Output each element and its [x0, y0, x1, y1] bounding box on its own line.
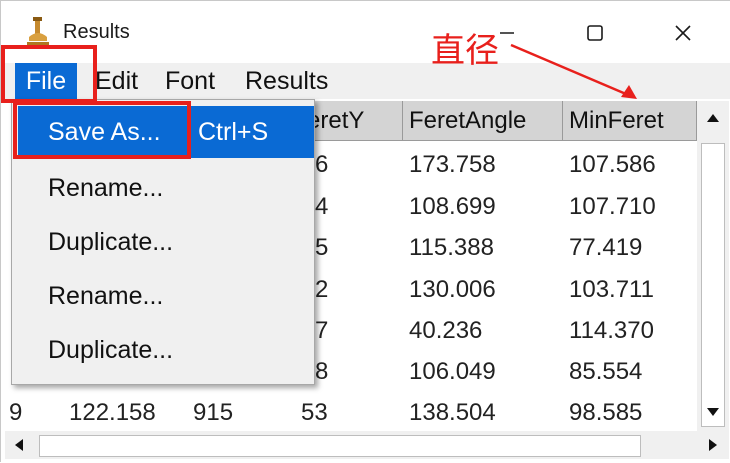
vertical-scrollbar[interactable] [697, 101, 729, 431]
scroll-left-icon[interactable] [9, 435, 29, 455]
table-cell: 915 [193, 399, 234, 426]
table-cell: 7 [315, 317, 329, 344]
close-icon [675, 25, 691, 41]
table-cell: 138.504 [409, 399, 496, 426]
table-cell: 8 [315, 358, 329, 385]
table-cell: 40.236 [409, 317, 483, 344]
close-button[interactable] [663, 15, 703, 51]
column-header-feretangle[interactable]: FeretAngle [403, 101, 563, 141]
vertical-scroll-thumb[interactable] [701, 143, 725, 427]
table-cell: 122.158 [69, 399, 156, 426]
column-header-minferet[interactable]: MinFeret [563, 101, 697, 141]
table-cell: 5 [315, 234, 329, 261]
menu-edit[interactable]: Edit [95, 63, 138, 99]
window-title: Results [63, 21, 130, 43]
table-cell: 173.758 [409, 151, 496, 178]
menu-item-rename[interactable]: Rename... [12, 160, 314, 216]
table-cell: 103.711 [569, 276, 654, 303]
table-cell: 130.006 [409, 276, 496, 303]
table-cell: 107.710 [569, 193, 656, 220]
imagej-microscope-icon [27, 17, 49, 47]
table-cell: 53 [301, 399, 328, 426]
scroll-right-icon[interactable] [703, 435, 723, 455]
scroll-down-icon[interactable] [701, 399, 725, 425]
menu-item-label: Rename... [48, 282, 164, 310]
results-window: Results File Edit Font Results eretY Fer… [0, 0, 730, 463]
column-header-ferety[interactable]: eretY [301, 101, 403, 141]
table-cell: 77.419 [569, 234, 643, 261]
table-cell: 85.554 [569, 358, 643, 385]
table-cell: 9 [9, 399, 23, 426]
menu-results[interactable]: Results [245, 63, 328, 99]
scroll-up-icon[interactable] [701, 105, 725, 131]
table-cell: 107.586 [569, 151, 656, 178]
annotation-highlight-save-as [13, 101, 191, 159]
menu-item-label: Rename... [48, 174, 164, 202]
table-cell: 2 [315, 276, 329, 303]
table-cell: 115.388 [409, 234, 494, 261]
table-cell: 6 [315, 151, 329, 178]
annotation-label: 直径 [431, 31, 499, 71]
table-cell: 108.699 [409, 193, 496, 220]
menu-item-duplicate[interactable]: Duplicate... [12, 214, 314, 270]
horizontal-scrollbar[interactable] [5, 431, 729, 459]
table-cell: 114.370 [569, 317, 654, 344]
menu-font[interactable]: Font [165, 63, 215, 99]
annotation-highlight-file [1, 45, 97, 103]
horizontal-scroll-thumb[interactable] [39, 435, 641, 457]
menu-item-label: Duplicate... [48, 336, 174, 364]
table-cell: 4 [315, 193, 329, 220]
table-cell: 106.049 [409, 358, 496, 385]
menu-item-label: Duplicate... [48, 228, 174, 256]
annotation-arrow-icon [510, 43, 637, 99]
menu-item-shortcut: Ctrl+S [198, 118, 269, 146]
menu-item-duplicate[interactable]: Duplicate... [12, 322, 314, 378]
table-cell: 98.585 [569, 399, 643, 426]
menu-item-rename[interactable]: Rename... [12, 268, 314, 324]
